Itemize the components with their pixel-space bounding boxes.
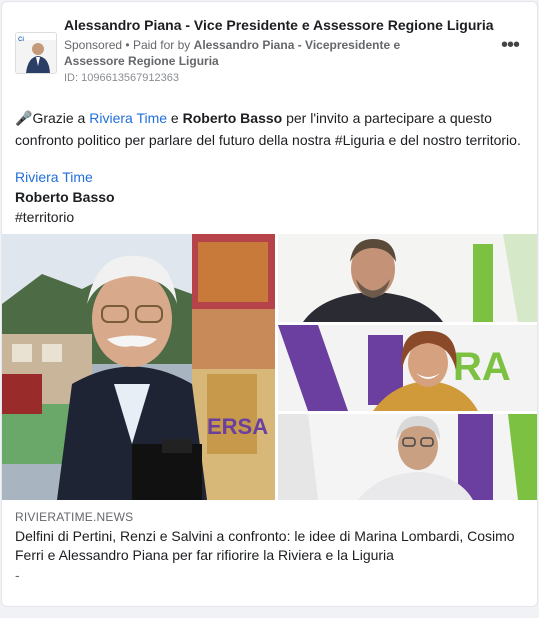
photo-roberto bbox=[278, 234, 537, 322]
link-domain: RIVIERATIME.NEWS bbox=[15, 510, 134, 524]
profile-avatar[interactable]: Ci bbox=[15, 32, 57, 74]
tag-roberto-basso[interactable]: Roberto Basso bbox=[15, 187, 115, 207]
author-name[interactable]: Alessandro Piana - Vice Presidente e Ass… bbox=[64, 17, 494, 33]
link-title[interactable]: Delfini di Pertini, Renzi e Salvini a co… bbox=[15, 527, 530, 565]
post-header: Ci Alessandro Piana - Vice Presidente e … bbox=[2, 2, 537, 92]
microphone-icon: 🎤 bbox=[15, 110, 33, 126]
svg-text:RA: RA bbox=[453, 345, 511, 389]
main-photo: ERSA bbox=[2, 234, 275, 500]
sponsored-info: Sponsored • Paid for by Alessandro Piana… bbox=[64, 37, 459, 69]
photo-cosimo bbox=[278, 414, 537, 500]
roberto-basso-mention[interactable]: Roberto Basso bbox=[183, 110, 283, 126]
link-description: - bbox=[15, 567, 20, 583]
ellipsis-icon[interactable]: ••• bbox=[498, 35, 522, 55]
ad-id: ID: 1096613567912363 bbox=[64, 72, 179, 84]
ad-card: Ci Alessandro Piana - Vice Presidente e … bbox=[1, 1, 538, 607]
sponsored-label: Sponsored bbox=[64, 38, 123, 52]
link-preview-image[interactable]: ERSA RA bbox=[2, 234, 537, 500]
paid-prefix: Paid for by bbox=[132, 38, 191, 52]
tag-riviera-time[interactable]: Riviera Time bbox=[15, 167, 93, 187]
svg-text:Ci: Ci bbox=[18, 37, 24, 43]
svg-text:ERSA: ERSA bbox=[207, 414, 268, 439]
hashtag-territorio[interactable]: #territorio bbox=[15, 207, 74, 227]
riviera-time-link[interactable]: Riviera Time bbox=[89, 110, 167, 126]
post-text: 🎤Grazie a Riviera Time e Roberto Basso p… bbox=[15, 110, 521, 148]
link-preview-meta[interactable]: RIVIERATIME.NEWS Delfini di Pertini, Ren… bbox=[15, 510, 530, 583]
dot-separator: • bbox=[125, 38, 133, 52]
photo-marina: RA bbox=[278, 325, 537, 411]
